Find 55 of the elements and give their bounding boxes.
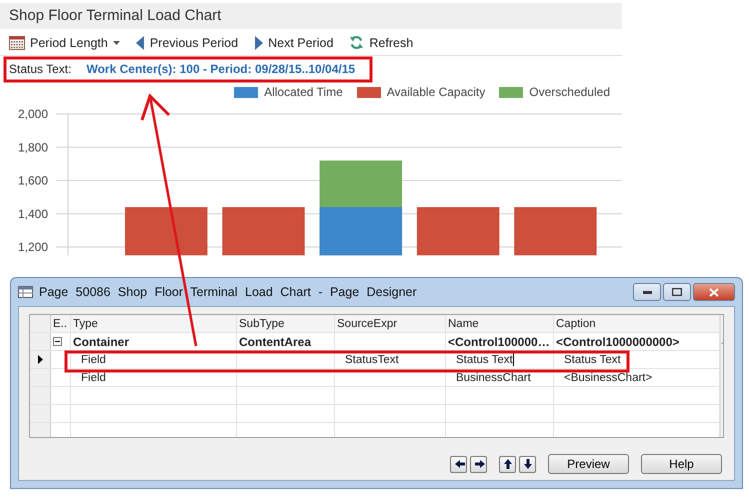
right-arrow-icon	[472, 458, 484, 470]
minimize-icon	[642, 290, 652, 294]
legend-label: Available Capacity	[386, 85, 486, 99]
close-button[interactable]	[693, 283, 735, 301]
down-arrow-icon	[522, 458, 534, 470]
legend-label: Allocated Time	[264, 85, 343, 99]
table-cell: <Control100000…	[446, 333, 554, 350]
left-triangle-icon	[136, 36, 145, 50]
maximize-icon	[672, 288, 682, 296]
table-cell: ContentArea	[237, 333, 335, 350]
row-selector[interactable]	[30, 351, 51, 368]
axis-label: 1,600	[18, 174, 48, 188]
table-icon	[18, 286, 33, 298]
toolbar-button[interactable]: Next Period	[251, 33, 336, 52]
collapse-icon[interactable]	[53, 337, 62, 346]
axis-label: 1,400	[18, 206, 48, 221]
window-title: Page 50086 Shop Floor Terminal Load Chart - Page Designer	[39, 285, 417, 299]
column-header[interactable]: E..	[51, 315, 71, 332]
page-title: Shop Floor Terminal Load Chart	[0, 3, 622, 29]
legend-label: Overscheduled	[529, 85, 610, 99]
axis-label: 1,200	[18, 240, 48, 254]
refresh-icon	[349, 35, 364, 50]
table-cell: StatusText	[335, 351, 446, 368]
axis-label: 1,800	[18, 140, 48, 154]
toolbar-button[interactable]: Period Length	[6, 33, 123, 52]
up-arrow-button[interactable]	[499, 456, 516, 472]
right-triangle-icon	[254, 36, 264, 50]
column-header[interactable]: SubType	[237, 315, 335, 332]
table-cell: Container	[71, 333, 237, 350]
toolbar-button[interactable]: Refresh	[346, 33, 416, 52]
right-arrow-button[interactable]	[470, 456, 487, 472]
table-cell: Status Text	[456, 354, 513, 366]
minimize-button[interactable]	[633, 283, 661, 301]
column-header[interactable]: SourceExpr	[335, 315, 446, 332]
dialog-button[interactable]: Help	[641, 454, 722, 474]
table-cell: Field	[71, 351, 237, 368]
caret-icon	[112, 40, 120, 44]
status-label: Status Text:	[9, 62, 72, 76]
table-cell: BusinessChart	[446, 369, 554, 386]
up-arrow-icon	[502, 458, 514, 470]
dialog-button[interactable]: Preview	[548, 454, 629, 474]
status-value: Work Center(s): 100 - Period: 09/28/15..10/04/15	[86, 62, 356, 76]
toolbar-button[interactable]: Previous Period	[132, 33, 242, 52]
down-arrow-button[interactable]	[519, 456, 536, 472]
column-header[interactable]: Name	[446, 315, 554, 332]
maximize-button[interactable]	[663, 283, 691, 301]
close-icon	[709, 288, 719, 296]
left-arrow-icon	[452, 458, 464, 470]
column-header[interactable]: Type	[71, 315, 237, 332]
text-cursor	[512, 353, 514, 366]
calendar-icon	[9, 36, 25, 50]
row-pointer-icon	[38, 355, 42, 364]
left-arrow-button[interactable]	[450, 456, 467, 472]
axis-label: 2,000	[18, 107, 48, 121]
table-cell: Field	[71, 369, 237, 386]
